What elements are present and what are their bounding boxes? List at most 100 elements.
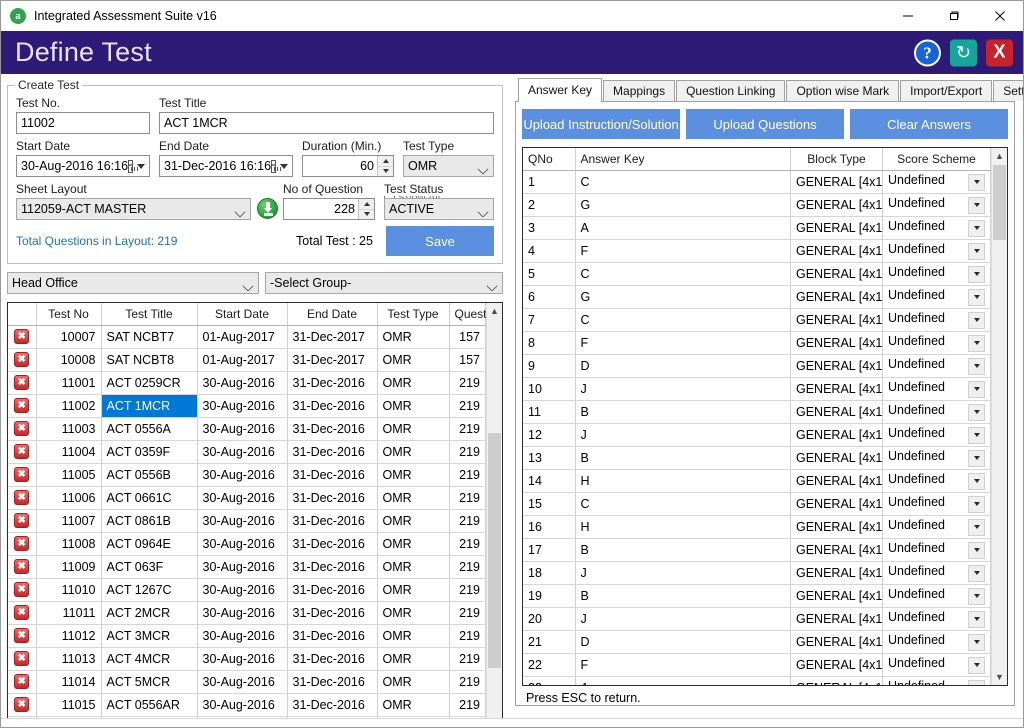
cell-test-title[interactable]: ACT 0556A <box>101 417 198 441</box>
cell-test-no[interactable]: 11001 <box>36 371 102 395</box>
table-row[interactable]: ✖ 11015 ACT 0556AR 30-Aug-2016 31-Dec-2016 OM… <box>8 693 486 717</box>
cell-start[interactable]: 01-Aug-2017 <box>197 325 288 349</box>
cell-end[interactable]: 31-Dec-2016 <box>287 647 378 671</box>
cell-qno[interactable]: 17 <box>523 538 576 562</box>
cell-test-title[interactable]: ACT 1267C <box>101 578 198 602</box>
cell-score-scheme[interactable]: Undefined <box>882 331 991 355</box>
cell-questions[interactable]: 219 <box>449 693 486 717</box>
duration-stepper[interactable]: 60 <box>302 155 394 177</box>
cell-score-scheme[interactable]: Undefined <box>882 354 991 378</box>
spin-up-icon[interactable] <box>378 156 393 167</box>
row-delete-cell[interactable]: ✖ <box>8 394 37 418</box>
delete-icon[interactable]: ✖ <box>14 674 30 689</box>
close-icon[interactable] <box>977 1 1023 31</box>
test-title-input[interactable]: ACT 1MCR <box>159 112 494 134</box>
cell-qno[interactable]: 20 <box>523 607 576 631</box>
chevron-down-icon[interactable] <box>968 679 985 685</box>
table-row[interactable]: 7 C GENERAL [4x1] Undefined <box>523 308 991 332</box>
chevron-down-icon[interactable] <box>968 265 985 283</box>
cell-type[interactable]: OMR <box>377 693 450 717</box>
cell-test-no[interactable]: 11008 <box>36 532 102 556</box>
test-col-header-6[interactable]: Questions <box>449 303 486 326</box>
table-row[interactable]: ✖ 11005 ACT 0556B 30-Aug-2016 31-Dec-2016 OMR… <box>8 463 486 487</box>
cell-score-scheme[interactable]: Undefined <box>882 239 991 263</box>
delete-icon[interactable]: ✖ <box>14 398 30 413</box>
table-row[interactable]: 23AGENERAL [4x1] Undefined <box>523 676 991 685</box>
cell-questions[interactable]: 157 <box>449 348 486 372</box>
cell-qno[interactable]: 9 <box>523 354 576 378</box>
cell-answer[interactable]: B <box>575 584 791 608</box>
cell-test-no[interactable]: 11005 <box>36 463 102 487</box>
spin-down-icon[interactable] <box>359 210 374 220</box>
cell-qno[interactable]: 7 <box>523 308 576 332</box>
cell-end[interactable]: 31-Dec-2016 <box>287 624 378 648</box>
cell-questions[interactable]: 219 <box>449 555 486 579</box>
answer-col-header-0[interactable]: QNo <box>523 148 576 171</box>
cell-answer[interactable]: F <box>575 239 791 263</box>
cell-test-no[interactable]: 11015 <box>36 693 102 717</box>
cell-test-title[interactable]: ACT 0556B <box>101 463 198 487</box>
chevron-down-icon[interactable] <box>968 587 985 605</box>
cell-answer[interactable]: F <box>575 331 791 355</box>
chevron-down-icon[interactable] <box>968 311 985 329</box>
cell-score-scheme[interactable]: Undefined <box>882 377 991 401</box>
cell-block[interactable]: GENERAL [4x1] <box>790 653 883 677</box>
table-row[interactable]: 8 F GENERAL [4x1] Undefined <box>523 331 991 355</box>
cell-answer[interactable]: C <box>575 308 791 332</box>
cell-questions[interactable]: 219 <box>449 440 486 464</box>
sheet-layout-select[interactable]: 112059-ACT MASTER <box>16 198 251 220</box>
test-col-header-5[interactable]: Test Type <box>377 303 450 326</box>
cell-score-scheme[interactable]: Undefined <box>882 285 991 309</box>
test-col-header-4[interactable]: End Date <box>287 303 378 326</box>
answer-col-header-3[interactable]: Score Scheme <box>882 148 991 171</box>
row-delete-cell[interactable]: ✖ <box>8 532 37 556</box>
table-row[interactable]: ✖ 11002 ACT 1MCR 30-Aug-2016 31-Dec-2016 OMR 2… <box>8 394 486 418</box>
cell-start[interactable]: 30-Aug-2016 <box>197 463 288 487</box>
cell-score-scheme[interactable]: Undefined <box>882 469 991 493</box>
test-no-input[interactable]: 11002 <box>16 112 150 134</box>
cell-end[interactable]: 31-Dec-2016 <box>287 371 378 395</box>
scroll-up-icon[interactable]: ▲ <box>992 148 1007 164</box>
cell-test-title[interactable]: SAT NCBT7 <box>101 325 198 349</box>
cell-test-no[interactable]: 11006 <box>36 486 102 510</box>
table-row[interactable]: ✖ 10007 SAT NCBT7 01-Aug-2017 31-Dec-2017 OMR… <box>8 325 486 349</box>
cell-block[interactable]: GENERAL [4x1] <box>790 607 883 631</box>
row-delete-cell[interactable]: ✖ <box>8 601 37 625</box>
table-row[interactable]: 15 C GENERAL [4x1] Undefined <box>523 492 991 516</box>
cell-test-title[interactable]: ACT 063F <box>101 555 198 579</box>
row-delete-cell[interactable]: ✖ <box>8 670 37 694</box>
cell-start[interactable]: 30-Aug-2016 <box>197 624 288 648</box>
row-delete-cell[interactable]: ✖ <box>8 693 37 717</box>
cell-answer[interactable]: C <box>575 492 791 516</box>
cell-answer[interactable]: A <box>575 216 791 240</box>
spin-down-icon[interactable] <box>378 167 393 177</box>
cell-test-no[interactable]: 11014 <box>36 670 102 694</box>
cell-test-title[interactable]: SAT NCBT8 <box>101 348 198 372</box>
tab-answer-key[interactable]: Answer Key <box>518 78 603 102</box>
cell-start[interactable]: 30-Aug-2016 <box>197 578 288 602</box>
table-row[interactable]: ✖ 11014 ACT 5MCR 30-Aug-2016 31-Dec-2016 OMR 2… <box>8 670 486 694</box>
download-icon[interactable] <box>256 198 278 219</box>
cell-answer[interactable]: C <box>575 262 791 286</box>
cell-questions[interactable]: 219 <box>449 486 486 510</box>
cell-start[interactable]: 30-Aug-2016 <box>197 417 288 441</box>
cell-score-scheme[interactable]: Undefined <box>882 607 991 631</box>
cell-type[interactable]: OMR <box>377 325 450 349</box>
cell-qno[interactable]: 23 <box>523 676 576 685</box>
cell-test-title[interactable]: ACT 3MCR <box>101 624 198 648</box>
cell-qno[interactable]: 6 <box>523 285 576 309</box>
cell-block[interactable]: GENERAL [4x1] <box>790 400 883 424</box>
cell-qno[interactable]: 8 <box>523 331 576 355</box>
cell-type[interactable]: OMR <box>377 486 450 510</box>
test-status-select[interactable]: ACTIVE <box>384 198 494 220</box>
chevron-down-icon[interactable] <box>968 449 985 467</box>
cell-answer[interactable]: G <box>575 193 791 217</box>
row-delete-cell[interactable]: ✖ <box>8 486 37 510</box>
cell-end[interactable]: 31-Dec-2016 <box>287 555 378 579</box>
cell-type[interactable]: OMR <box>377 601 450 625</box>
cell-end[interactable]: 31-Dec-2016 <box>287 670 378 694</box>
upload-instruction-button[interactable]: Upload Instruction/Solution <box>522 109 680 139</box>
cell-score-scheme[interactable]: Undefined <box>882 584 991 608</box>
cell-type[interactable]: OMR <box>377 509 450 533</box>
cell-end[interactable]: 31-Dec-2016 <box>287 509 378 533</box>
